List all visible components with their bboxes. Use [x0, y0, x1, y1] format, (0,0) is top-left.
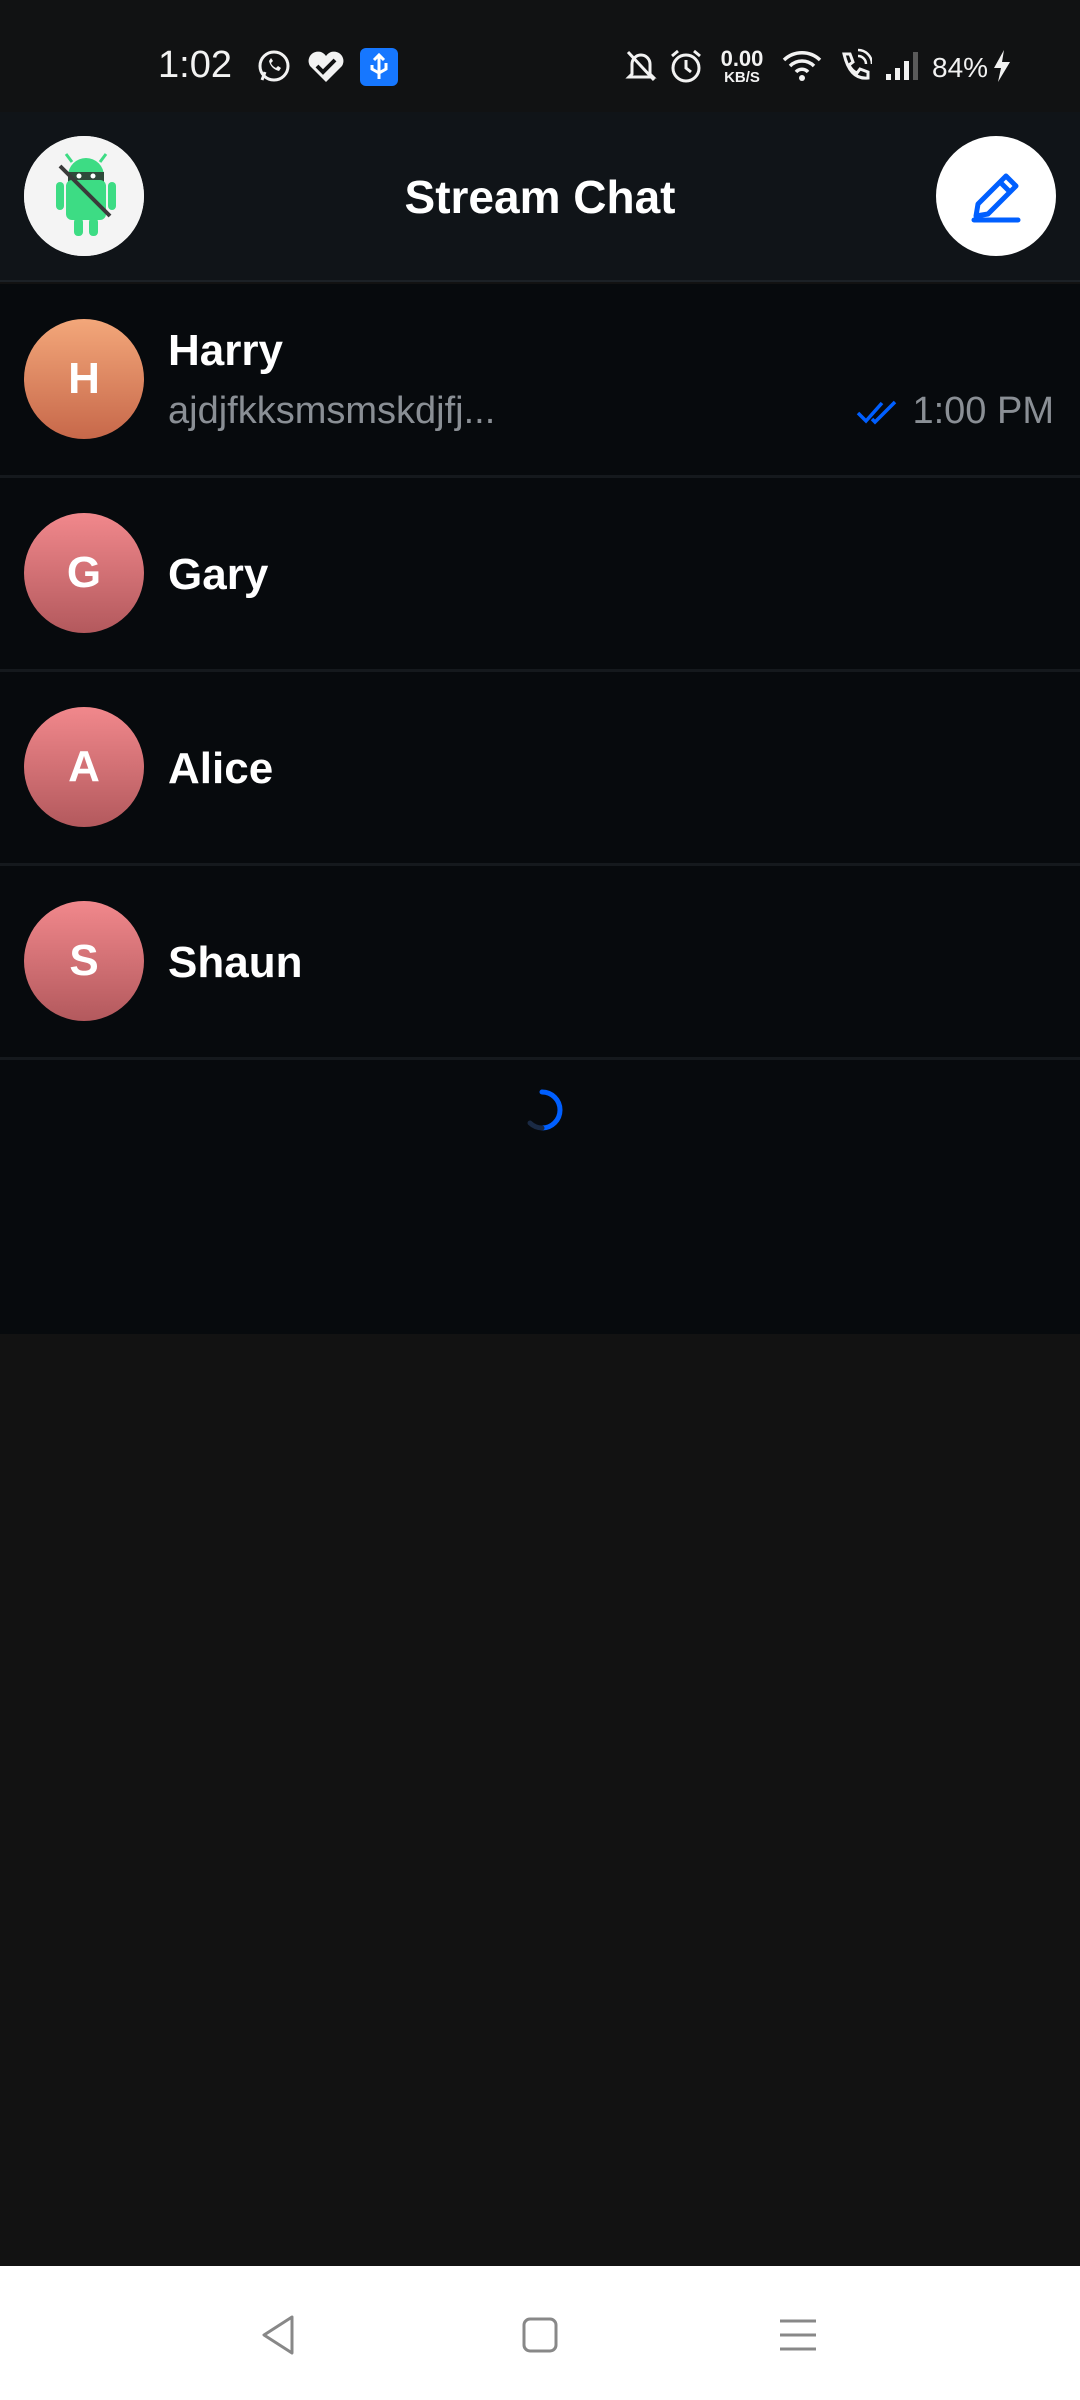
- home-icon: [522, 2317, 558, 2353]
- system-navigation-bar: [0, 2266, 1080, 2400]
- double-check-icon: [857, 400, 897, 424]
- status-bar: 1:02 0.00 KB/S 84%: [0, 0, 1080, 112]
- back-button[interactable]: [250, 2310, 310, 2360]
- wifi-icon: [782, 51, 822, 81]
- channel-list-item[interactable]: A Alice: [0, 672, 1080, 866]
- recents-button[interactable]: [768, 2310, 828, 2360]
- charging-icon: [994, 50, 1010, 82]
- channel-list-item[interactable]: G Gary: [0, 478, 1080, 672]
- channel-name: Alice: [168, 744, 274, 793]
- channel-avatar: H: [24, 319, 144, 439]
- app-header: Stream Chat: [0, 112, 1080, 282]
- channel-avatar: S: [24, 901, 144, 1021]
- channel-list-item[interactable]: H Harry ajdjfkksmsmskdjfj... 1:00 PM: [0, 284, 1080, 478]
- last-message-preview: ajdjfkksmsmskdjfj...: [168, 390, 496, 432]
- status-time: 1:02: [158, 44, 232, 86]
- whatsapp-icon: [258, 50, 290, 82]
- back-icon: [262, 2315, 294, 2355]
- channel-name: Harry: [168, 326, 283, 375]
- loading-spinner: [527, 1089, 563, 1131]
- channel-list: H Harry ajdjfkksmsmskdjfj... 1:00 PM G G…: [0, 284, 1080, 1334]
- recents-icon: [780, 2319, 816, 2351]
- message-meta: 1:00 PM: [856, 390, 1054, 433]
- channel-name: Shaun: [168, 938, 303, 987]
- mute-icon: [625, 50, 657, 82]
- message-timestamp: 1:00 PM: [912, 390, 1054, 432]
- channel-list-item[interactable]: S Shaun: [0, 866, 1080, 1060]
- usb-icon: [360, 48, 398, 86]
- channel-name: Gary: [168, 550, 269, 599]
- wifi-call-icon: [842, 48, 872, 80]
- home-button[interactable]: [510, 2310, 570, 2360]
- health-icon: [308, 51, 344, 82]
- page-title: Stream Chat: [404, 171, 676, 223]
- channel-avatar: G: [24, 513, 144, 633]
- new-message-button[interactable]: [936, 136, 1056, 256]
- network-speed: 0.00 KB/S: [720, 46, 764, 86]
- signal-icon: [886, 52, 918, 80]
- battery-level: 84%: [932, 52, 989, 83]
- alarm-icon: [671, 49, 701, 83]
- channel-avatar: A: [24, 707, 144, 827]
- pencil-icon: [971, 173, 1021, 223]
